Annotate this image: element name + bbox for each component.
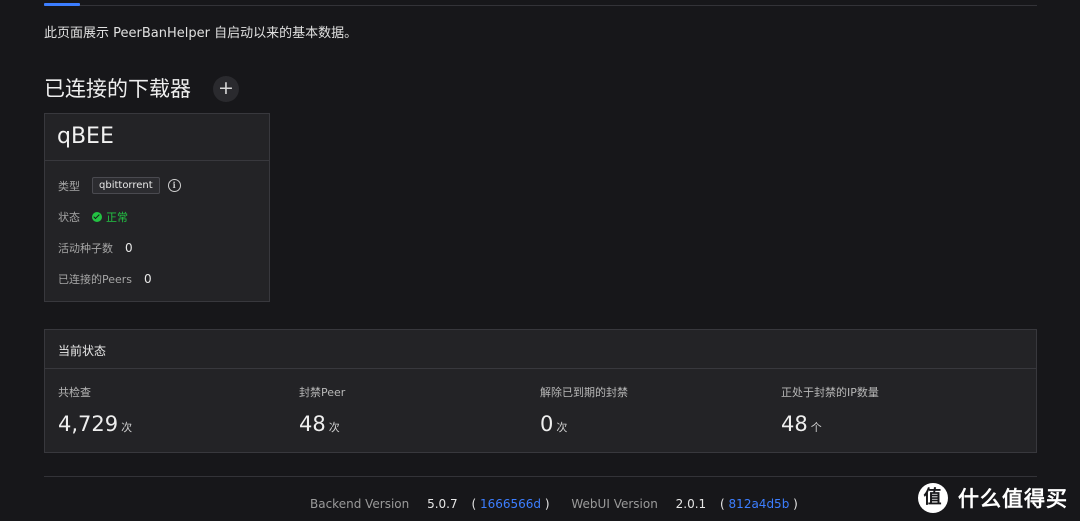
- paren: ): [793, 497, 798, 511]
- type-label: 类型: [58, 179, 80, 193]
- watermark-logo-icon: 值: [918, 483, 948, 513]
- status-label: 状态: [58, 210, 80, 224]
- top-divider: [44, 5, 1037, 6]
- stat-unit: 次: [121, 421, 133, 434]
- stat-total-checks: 共检查 4,729 次: [58, 384, 132, 436]
- current-status-title: 当前状态: [45, 330, 1036, 369]
- stat-unit: 次: [556, 421, 568, 434]
- peers-value: 0: [144, 271, 152, 286]
- webui-commit-link[interactable]: 812a4d5b: [729, 497, 790, 511]
- type-tag: qbittorrent: [92, 177, 160, 194]
- webui-version-label: WebUI Version: [571, 497, 658, 511]
- paren: ): [544, 497, 550, 511]
- stat-value: 4,729: [58, 412, 119, 436]
- paren: (: [471, 497, 477, 511]
- downloader-torrents-row: 活动种子数 0: [58, 232, 256, 263]
- downloaders-title: 已连接的下载器: [44, 77, 191, 101]
- downloader-peers-row: 已连接的Peers 0: [58, 263, 256, 294]
- paren: (: [720, 497, 725, 511]
- page-intro: 此页面展示 PeerBanHelper 自启动以来的基本数据。: [44, 26, 358, 41]
- add-downloader-button[interactable]: +: [213, 76, 239, 102]
- stat-expired-unbans: 解除已到期的封禁 0次: [540, 384, 628, 436]
- backend-commit-link[interactable]: 1666566d: [480, 497, 541, 511]
- stat-label: 正处于封禁的IP数量: [781, 386, 879, 399]
- webui-version-value: 2.0.1: [675, 497, 707, 511]
- downloader-name: qBEE: [57, 124, 114, 149]
- downloader-card-header: qBEE: [45, 114, 269, 161]
- stat-label: 共检查: [58, 386, 91, 399]
- stat-banned-peers: 封禁Peer 48 次: [299, 384, 345, 436]
- stat-value: 0: [540, 412, 554, 436]
- watermark-text: 什么值得买: [958, 487, 1068, 511]
- backend-version-value: 5.0.7: [427, 497, 458, 511]
- downloader-type-row: 类型 qbittorrent i: [58, 170, 256, 201]
- torrents-label: 活动种子数: [58, 241, 113, 255]
- peers-label: 已连接的Peers: [58, 272, 133, 286]
- downloader-status-row: 状态 正常: [58, 201, 256, 232]
- stat-currently-banned-ips: 正处于封禁的IP数量 48 个: [781, 384, 879, 436]
- bottom-divider: [44, 476, 1037, 477]
- stat-label: 封禁Peer: [299, 386, 346, 399]
- active-tab-indicator: [44, 3, 80, 6]
- downloader-card: qBEE 类型 qbittorrent i 状态 正常 活动种子数 0 已连接的…: [44, 113, 270, 302]
- backend-version-label: Backend Version: [310, 497, 410, 511]
- current-status-panel: 当前状态 共检查 4,729 次 封禁Peer 48 次 解除已到期的封禁 0次 正…: [44, 329, 1037, 453]
- watermark: 值 什么值得买: [918, 483, 1068, 513]
- stat-label: 解除已到期的封禁: [540, 386, 628, 399]
- stat-unit: 个: [810, 421, 822, 434]
- stat-value: 48: [781, 412, 808, 436]
- check-circle-icon: [92, 211, 102, 222]
- torrents-value: 0: [125, 240, 133, 255]
- downloader-card-body: 类型 qbittorrent i 状态 正常 活动种子数 0 已连接的Peers…: [45, 170, 269, 294]
- status-badge: 正常: [106, 210, 128, 224]
- version-footer: Backend Version 5.0.7 ( 1666566d ) WebUI…: [310, 497, 798, 511]
- info-icon[interactable]: i: [167, 179, 181, 192]
- stat-value: 48: [299, 412, 326, 436]
- stat-unit: 次: [328, 421, 340, 434]
